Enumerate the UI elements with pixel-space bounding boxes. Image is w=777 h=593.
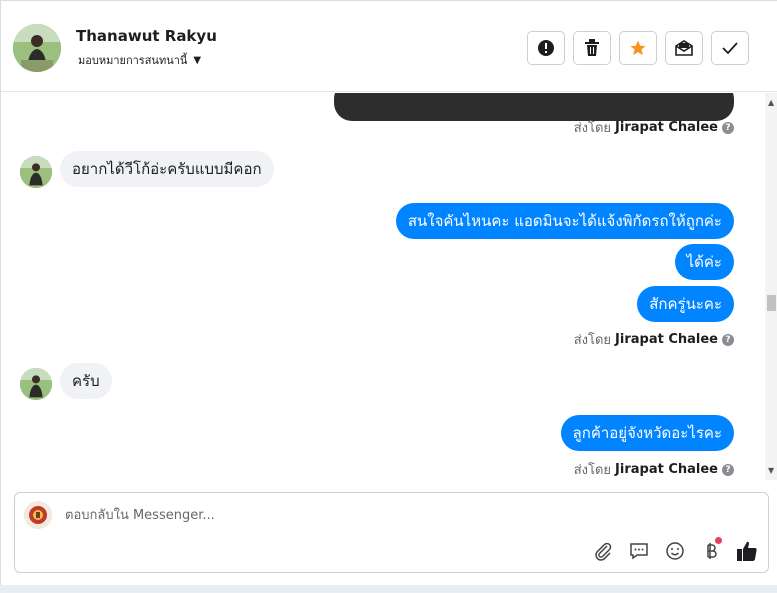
trash-icon xyxy=(585,39,599,56)
like-icon[interactable] xyxy=(736,540,758,562)
baht-payment-icon[interactable] xyxy=(700,537,722,562)
help-icon[interactable]: ? xyxy=(722,121,734,134)
caret-down-icon: ▼ xyxy=(193,54,202,66)
conversation-header: Thanawut Rakyu มอบหมายการสนทนานี้ ▼ xyxy=(1,0,777,92)
message-bubble-outgoing[interactable]: ลูกค้าอยู่จังหวัดอะไรคะ xyxy=(560,415,734,451)
scroll-up-arrow-icon[interactable]: ▲ xyxy=(768,98,774,107)
message-bubble-incoming[interactable]: อยากได้วีโก้อ่ะครับแบบมีคอก xyxy=(60,151,274,187)
sender-name[interactable]: Jirapat Chalee xyxy=(615,462,718,477)
star-button[interactable] xyxy=(619,31,657,65)
page-avatar xyxy=(24,501,52,529)
reply-input[interactable] xyxy=(63,507,627,524)
help-icon[interactable]: ? xyxy=(722,333,734,346)
contact-avatar-small[interactable] xyxy=(20,156,52,188)
messenger-conversation-window: Thanawut Rakyu มอบหมายการสนทนานี้ ▼ ส่งโ… xyxy=(0,0,777,585)
message-bubble-outgoing[interactable]: สนใจคันไหนคะ แอดมินจะได้แจ้งพิกัดรถให้ถู… xyxy=(395,203,734,239)
message-bubble-outgoing[interactable]: สักครู่นะคะ xyxy=(637,286,734,322)
saved-reply-icon[interactable] xyxy=(628,540,650,562)
star-icon xyxy=(630,40,646,56)
sent-by-label: ส่งโดย Jirapat Chalee ? xyxy=(574,459,734,480)
mark-done-button[interactable] xyxy=(711,31,749,65)
contact-name[interactable]: Thanawut Rakyu xyxy=(76,27,217,45)
envelope-icon xyxy=(675,40,693,56)
mark-spam-button[interactable] xyxy=(527,31,565,65)
message-thread[interactable]: ส่งโดย Jirapat Chalee ? อยากได้วีโก้อ่ะค… xyxy=(1,93,765,480)
sender-name[interactable]: Jirapat Chalee xyxy=(615,120,718,135)
scroll-down-arrow-icon[interactable]: ▼ xyxy=(768,466,774,475)
message-bubble-incoming[interactable]: ครับ xyxy=(60,363,112,399)
sender-name[interactable]: Jirapat Chalee xyxy=(615,332,718,347)
sent-by-label: ส่งโดย Jirapat Chalee ? xyxy=(574,117,734,138)
scrollbar-thumb[interactable] xyxy=(767,295,776,311)
mark-unread-button[interactable] xyxy=(665,31,703,65)
composer-tools xyxy=(592,537,758,562)
assign-label: มอบหมายการสนทนานี้ xyxy=(78,54,188,67)
reply-composer xyxy=(14,492,769,573)
emoji-icon[interactable] xyxy=(664,540,686,562)
alert-icon xyxy=(538,40,554,56)
help-icon[interactable]: ? xyxy=(722,463,734,476)
paperclip-icon[interactable] xyxy=(592,540,614,562)
header-actions xyxy=(527,31,749,65)
delete-button[interactable] xyxy=(573,31,611,65)
thread-scrollbar[interactable]: ▲ ▼ xyxy=(765,93,777,480)
contact-avatar-small[interactable] xyxy=(20,368,52,400)
sent-by-label: ส่งโดย Jirapat Chalee ? xyxy=(574,329,734,350)
checkmark-icon xyxy=(722,42,738,55)
assign-conversation-dropdown[interactable]: มอบหมายการสนทนานี้ ▼ xyxy=(78,51,201,69)
notification-dot xyxy=(715,537,722,544)
contact-avatar[interactable] xyxy=(13,24,61,72)
message-bubble-outgoing[interactable]: ได้ค่ะ xyxy=(674,244,734,280)
